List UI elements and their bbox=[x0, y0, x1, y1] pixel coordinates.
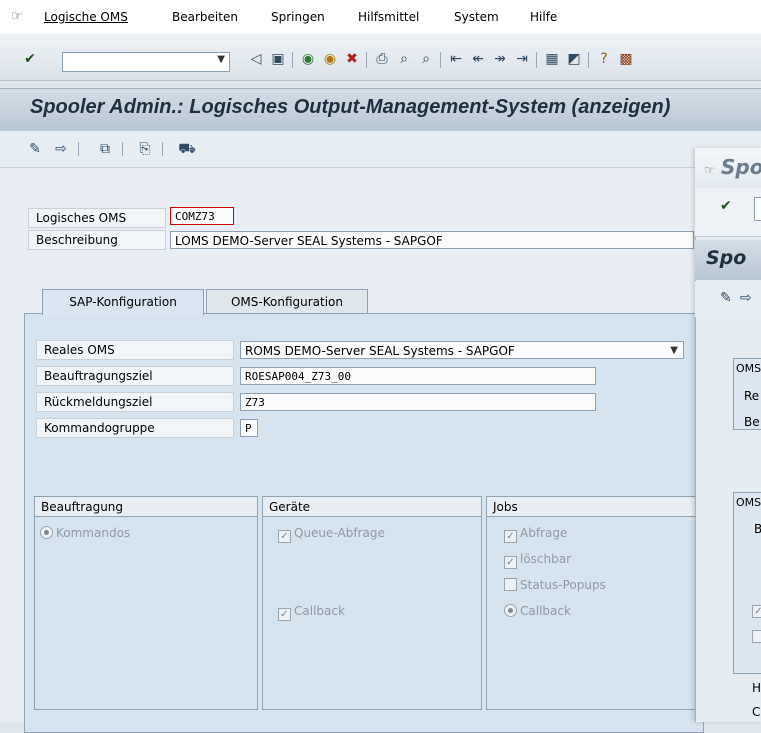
group-jobs-title: Jobs bbox=[487, 497, 699, 517]
second-window-label-h: H bbox=[752, 681, 761, 695]
find-icon[interactable]: ⌕ bbox=[396, 51, 412, 67]
previous-page-icon[interactable]: ↞ bbox=[470, 51, 486, 67]
pencil-edit-icon[interactable]: ✎ bbox=[720, 290, 732, 306]
beauftragungsziel-field[interactable]: ROESAP004_Z73_00 bbox=[240, 367, 596, 385]
next-page-icon[interactable]: ↠ bbox=[492, 51, 508, 67]
enter-check-icon[interactable]: ✔ bbox=[22, 51, 38, 67]
checkbox-queue-abfrage[interactable]: ✓ Queue-Abfrage bbox=[278, 526, 385, 543]
beschreibung-label: Beschreibung bbox=[36, 233, 118, 247]
checkbox-checked-icon: ✓ bbox=[278, 608, 291, 621]
checkbox-unchecked-icon bbox=[504, 578, 517, 591]
second-window-label-b: B bbox=[754, 522, 761, 536]
command-field[interactable]: ▼ bbox=[62, 52, 230, 72]
tab-sap-konfiguration[interactable]: SAP-Konfiguration bbox=[42, 289, 204, 315]
back-green-icon[interactable]: ◉ bbox=[300, 51, 316, 67]
second-window-config-group bbox=[733, 492, 761, 674]
layout-settings-icon[interactable]: ▩ bbox=[618, 51, 634, 67]
menu-bar: ☞ Logische OMS Bearbeiten Springen Hilfs… bbox=[0, 0, 761, 34]
reales-oms-label: Reales OMS bbox=[44, 343, 115, 357]
checkbox-status-popups[interactable]: Status-Popups bbox=[504, 578, 606, 592]
exit-arrow-icon[interactable]: ☞ bbox=[704, 163, 715, 177]
shortcut-icon[interactable]: ◩ bbox=[566, 51, 582, 67]
kommandogruppe-label: Kommandogruppe bbox=[44, 421, 155, 435]
logisches-oms-field[interactable]: COMZ73 bbox=[170, 207, 234, 225]
application-toolbar bbox=[0, 131, 761, 168]
menu-logische-oms[interactable]: Logische OMS bbox=[44, 10, 128, 24]
logisches-oms-label: Logisches OMS bbox=[36, 211, 127, 225]
checkbox-checked-icon: ✓ bbox=[504, 530, 517, 543]
enter-check-icon[interactable]: ✔ bbox=[720, 198, 732, 214]
menu-bearbeiten[interactable]: Bearbeiten bbox=[172, 10, 238, 24]
rueckmeldungsziel-field[interactable]: Z73 bbox=[240, 393, 596, 411]
second-window-label-c: C bbox=[752, 705, 761, 719]
checkbox-unchecked-icon[interactable] bbox=[752, 630, 761, 644]
radio-kommandos[interactable]: Kommandos bbox=[40, 526, 130, 540]
menu-hilfsmittel[interactable]: Hilfsmittel bbox=[358, 10, 419, 24]
display-change-icon[interactable]: ⇨ bbox=[740, 290, 752, 306]
radio-callback-jobs[interactable]: Callback bbox=[504, 604, 571, 618]
exit-arrow-icon[interactable]: ☞ bbox=[11, 9, 23, 24]
back-triangle-icon[interactable]: ◁ bbox=[248, 51, 264, 67]
pencil-edit-icon[interactable]: ✎ bbox=[26, 140, 44, 158]
page-title: Spooler Admin.: Logisches Output-Managem… bbox=[30, 96, 671, 118]
second-window-title: Spo bbox=[721, 155, 761, 179]
menu-system[interactable]: System bbox=[454, 10, 499, 24]
first-page-icon[interactable]: ⇤ bbox=[448, 51, 464, 67]
transport-icon[interactable]: ⛟ bbox=[178, 140, 196, 158]
find-next-icon[interactable]: ⌕ bbox=[418, 51, 434, 67]
last-page-icon[interactable]: ⇥ bbox=[514, 51, 530, 67]
display-change-icon[interactable]: ⇨ bbox=[52, 140, 70, 158]
new-session-icon[interactable]: ▦ bbox=[544, 51, 560, 67]
chevron-down-icon[interactable]: ▼ bbox=[217, 54, 225, 65]
tab-oms-konfiguration[interactable]: OMS-Konfiguration bbox=[206, 289, 368, 313]
checkbox-checked-icon[interactable]: ✓ bbox=[752, 604, 761, 618]
print-icon[interactable]: ⎙ bbox=[374, 51, 390, 67]
radio-icon bbox=[504, 604, 517, 617]
other-object-icon[interactable]: ⎘ bbox=[136, 140, 154, 158]
checkbox-abfrage[interactable]: ✓ Abfrage bbox=[504, 526, 567, 543]
menu-springen[interactable]: Springen bbox=[271, 10, 325, 24]
second-window-page-title: Spo bbox=[706, 247, 747, 269]
menu-hilfe[interactable]: Hilfe bbox=[530, 10, 557, 24]
second-window-label-oms-2: OMS bbox=[736, 496, 761, 509]
reales-oms-select[interactable]: ROMS DEMO-Server SEAL Systems - SAPGOF ▼ bbox=[240, 341, 684, 359]
help-icon[interactable]: ? bbox=[596, 51, 612, 67]
second-window-command-field[interactable] bbox=[754, 197, 761, 221]
exit-yellow-icon[interactable]: ◉ bbox=[322, 51, 338, 67]
checkbox-checked-icon: ✓ bbox=[504, 556, 517, 569]
cancel-red-icon[interactable]: ✖ bbox=[344, 51, 360, 67]
second-window-label-re: Re bbox=[744, 389, 760, 403]
checkbox-loeschbar[interactable]: ✓ löschbar bbox=[504, 552, 571, 569]
second-window-label-be: Be bbox=[744, 415, 760, 429]
checkbox-callback-geraete[interactable]: ✓ Callback bbox=[278, 604, 345, 621]
left-frame-edge bbox=[0, 168, 18, 722]
beschreibung-field[interactable]: LOMS DEMO-Server SEAL Systems - SAPGOF bbox=[170, 231, 694, 249]
rueckmeldungsziel-label: Rückmeldungsziel bbox=[44, 395, 153, 409]
radio-icon bbox=[40, 526, 53, 539]
save-icon[interactable]: ▣ bbox=[270, 51, 286, 67]
chevron-down-icon[interactable]: ▼ bbox=[670, 342, 678, 358]
second-window-label-oms: OMS bbox=[736, 362, 761, 375]
copy-icon[interactable]: ⧉ bbox=[96, 140, 114, 158]
group-geraete-title: Geräte bbox=[263, 497, 481, 517]
kommandogruppe-field[interactable]: P bbox=[240, 419, 258, 437]
checkbox-checked-icon: ✓ bbox=[278, 530, 291, 543]
group-beauftragung-title: Beauftragung bbox=[35, 497, 257, 517]
beauftragungsziel-label: Beauftragungsziel bbox=[44, 369, 153, 383]
